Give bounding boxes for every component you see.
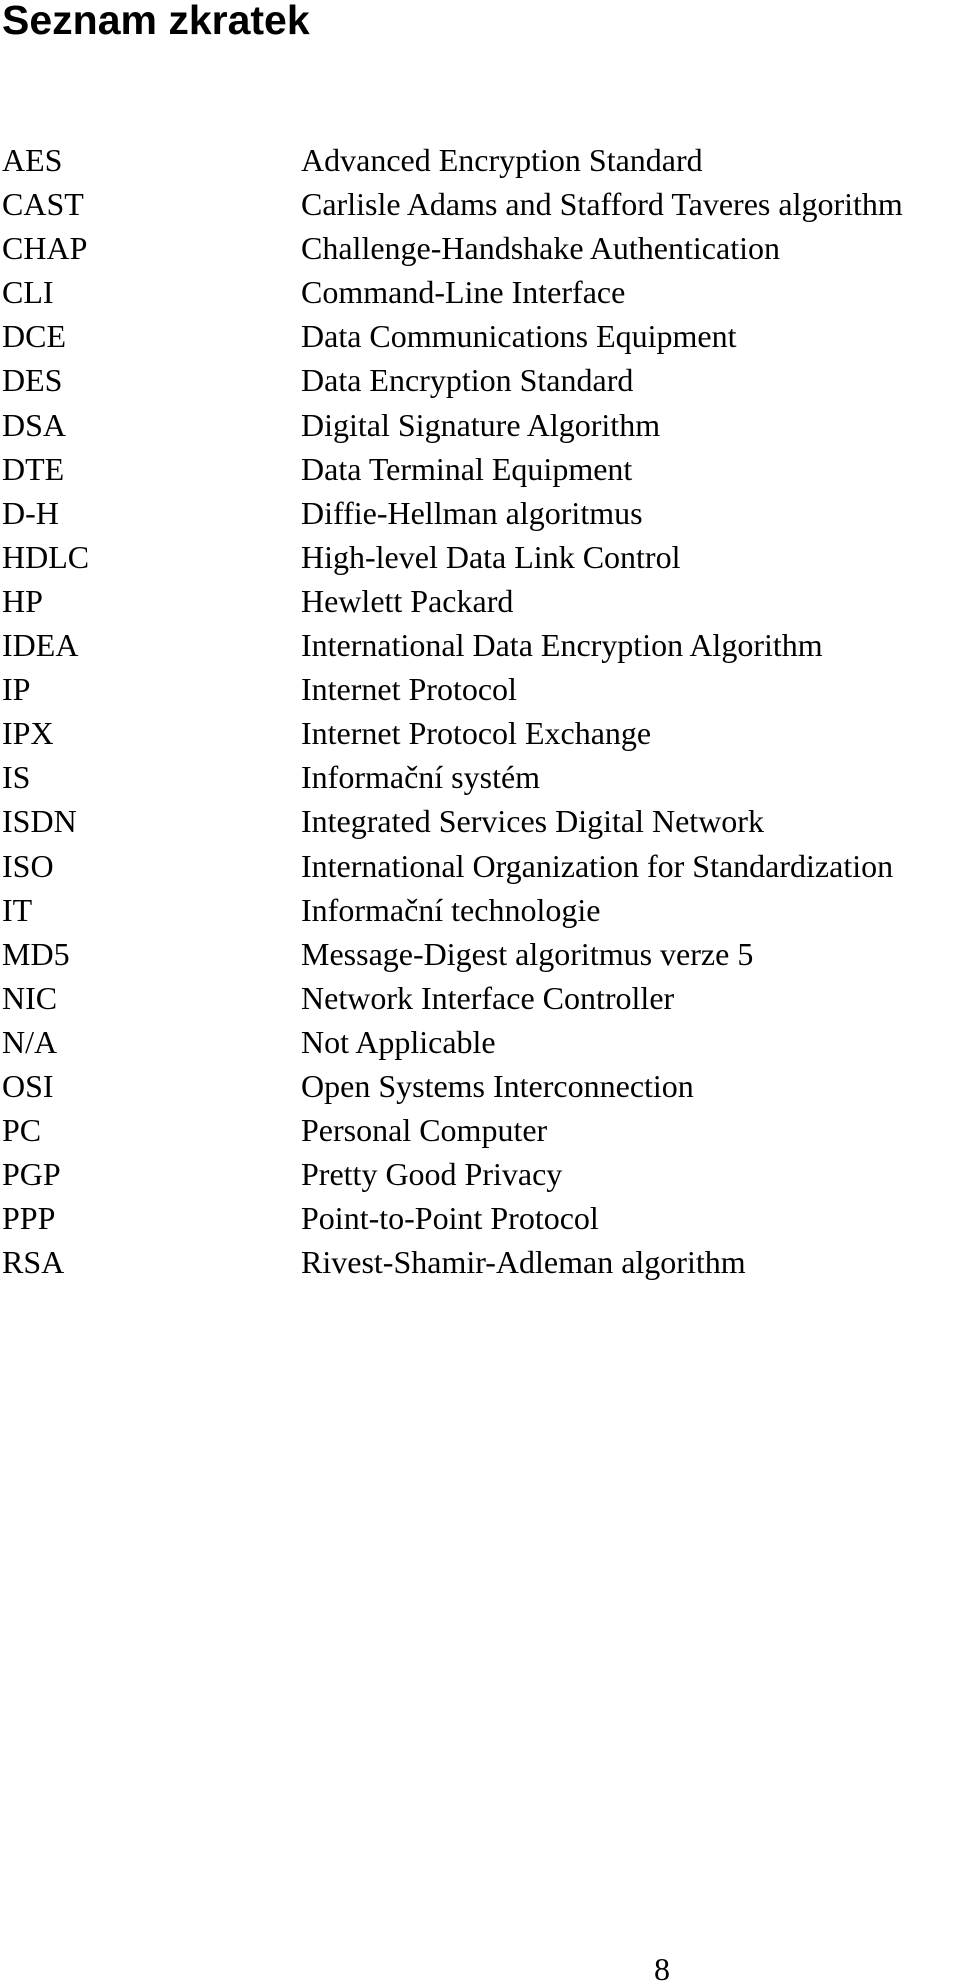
abbreviation-term: IS xyxy=(2,759,31,796)
abbreviation-list: AES Advanced Encryption Standard CAST Carli… xyxy=(0,138,960,1284)
abbreviation-row: HDLC High-level Data Link Control xyxy=(0,535,960,579)
abbreviation-row: CLI Command-Line Interface xyxy=(0,270,960,314)
abbreviation-definition: Personal Computer xyxy=(301,1112,548,1149)
abbreviation-definition: Informační systém xyxy=(301,759,541,796)
abbreviation-definition: Command-Line Interface xyxy=(301,274,626,311)
abbreviation-term: IT xyxy=(2,891,33,928)
abbreviation-term: DES xyxy=(2,362,63,399)
abbreviation-definition: Message-Digest algoritmus verze 5 xyxy=(301,935,754,972)
abbreviation-term: NIC xyxy=(2,979,58,1016)
abbreviation-term: OSI xyxy=(2,1067,54,1104)
abbreviation-row: DES Data Encryption Standard xyxy=(0,358,960,402)
abbreviation-definition: Data Communications Equipment xyxy=(301,318,737,355)
abbreviation-row: PPP Point-to-Point Protocol xyxy=(0,1196,960,1240)
page-title: Seznam zkratek xyxy=(2,0,310,43)
abbreviation-row: PGP Pretty Good Privacy xyxy=(0,1152,960,1196)
abbreviation-term: DCE xyxy=(2,318,66,355)
abbreviation-term: CAST xyxy=(2,186,84,223)
abbreviation-definition: Open Systems Interconnection xyxy=(301,1067,694,1104)
abbreviation-row: AES Advanced Encryption Standard xyxy=(0,138,960,182)
abbreviation-definition: Internet Protocol xyxy=(301,671,517,708)
abbreviation-row: DCE Data Communications Equipment xyxy=(0,314,960,358)
abbreviation-definition: Rivest-Shamir-Adleman algorithm xyxy=(301,1244,746,1281)
abbreviation-row: N/A Not Applicable xyxy=(0,1020,960,1064)
abbreviation-definition: Advanced Encryption Standard xyxy=(301,142,703,178)
abbreviation-row: CHAP Challenge-Handshake Authentication xyxy=(0,226,960,270)
abbreviation-definition: International Data Encryption Algorithm xyxy=(301,627,823,664)
abbreviation-row: OSI Open Systems Interconnection xyxy=(0,1064,960,1108)
abbreviation-definition: Pretty Good Privacy xyxy=(301,1156,563,1193)
abbreviation-term: N/A xyxy=(2,1023,58,1060)
abbreviation-term: CLI xyxy=(2,274,54,311)
abbreviation-row: IDEA International Data Encryption Algori… xyxy=(0,623,960,667)
abbreviation-row: MD5 Message-Digest algoritmus verze 5 xyxy=(0,932,960,976)
abbreviation-definition: Challenge-Handshake Authentication xyxy=(301,230,780,267)
abbreviation-term: MD5 xyxy=(2,935,70,972)
abbreviation-term: IDEA xyxy=(2,627,79,664)
abbreviation-term: CHAP xyxy=(2,230,88,267)
abbreviation-row: CAST Carlisle Adams and Stafford Taveres … xyxy=(0,182,960,226)
abbreviation-row: IP Internet Protocol xyxy=(0,667,960,711)
abbreviation-term: IPX xyxy=(2,715,54,752)
abbreviation-definition: Integrated Services Digital Network xyxy=(301,803,764,840)
abbreviation-row: DSA Digital Signature Algorithm xyxy=(0,403,960,447)
abbreviation-definition: Hewlett Packard xyxy=(301,582,514,619)
abbreviation-row: PC Personal Computer xyxy=(0,1108,960,1152)
abbreviation-row: HP Hewlett Packard xyxy=(0,579,960,623)
abbreviation-term: HP xyxy=(2,582,43,619)
abbreviation-row: RSA Rivest-Shamir-Adleman algorithm xyxy=(0,1240,960,1284)
abbreviation-row: D-H Diffie-Hellman algoritmus xyxy=(0,491,960,535)
abbreviation-definition: High-level Data Link Control xyxy=(301,538,681,575)
abbreviation-term: ISDN xyxy=(2,803,77,840)
abbreviation-definition: Internet Protocol Exchange xyxy=(301,715,652,752)
abbreviation-definition: Data Terminal Equipment xyxy=(301,450,633,487)
abbreviation-term: PC xyxy=(2,1112,42,1149)
abbreviation-term: DTE xyxy=(2,450,65,487)
page-number: 8 xyxy=(654,1951,670,1987)
abbreviation-definition: Network Interface Controller xyxy=(301,979,675,1016)
abbreviation-definition: Carlisle Adams and Stafford Taveres algo… xyxy=(301,186,903,223)
abbreviation-definition: Not Applicable xyxy=(301,1023,496,1060)
abbreviation-term: PGP xyxy=(2,1156,61,1193)
abbreviation-definition: Digital Signature Algorithm xyxy=(301,406,661,443)
abbreviation-term: HDLC xyxy=(2,538,90,575)
abbreviation-term: RSA xyxy=(2,1244,65,1281)
abbreviation-row: IS Informační systém xyxy=(0,755,960,799)
abbreviation-row: ISO International Organization for Standa… xyxy=(0,844,960,888)
abbreviation-definition: Data Encryption Standard xyxy=(301,362,634,399)
abbreviation-row: ISDN Integrated Services Digital Network xyxy=(0,799,960,843)
abbreviation-row: DTE Data Terminal Equipment xyxy=(0,447,960,491)
abbreviation-row: IT Informační technologie xyxy=(0,888,960,932)
abbreviation-term: IP xyxy=(2,671,31,708)
abbreviation-definition: Diffie-Hellman algoritmus xyxy=(301,494,643,531)
abbreviation-row: NIC Network Interface Controller xyxy=(0,976,960,1020)
abbreviation-row: IPX Internet Protocol Exchange xyxy=(0,711,960,755)
abbreviation-term: AES xyxy=(2,142,63,178)
abbreviation-term: DSA xyxy=(2,406,67,443)
abbreviation-term: PPP xyxy=(2,1200,56,1237)
abbreviation-term: ISO xyxy=(2,847,54,884)
abbreviation-definition: Point-to-Point Protocol xyxy=(301,1200,599,1237)
abbreviation-term: D-H xyxy=(2,494,59,531)
abbreviation-definition: International Organization for Standardi… xyxy=(301,847,894,884)
abbreviation-definition: Informační technologie xyxy=(301,891,601,928)
